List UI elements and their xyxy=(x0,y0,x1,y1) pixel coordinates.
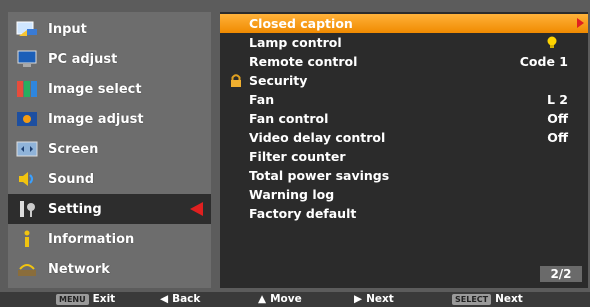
menu-row-total-power-savings[interactable]: Total power savings xyxy=(220,166,588,185)
menu-row-closed-caption[interactable]: Closed caption xyxy=(220,14,588,33)
image-select-icon xyxy=(14,78,40,100)
screen-icon xyxy=(14,138,40,160)
footer-exit: MENU Exit xyxy=(56,293,115,305)
footer-next: ▶ Next xyxy=(354,293,394,305)
right-arrow-icon: ▶ xyxy=(354,293,363,305)
setting-menu-panel: Closed caption Lamp control Remote contr… xyxy=(220,12,588,288)
menu-row-warning-log[interactable]: Warning log xyxy=(220,185,588,204)
menu-row-fan[interactable]: Fan L 2 xyxy=(220,90,588,109)
network-icon xyxy=(14,258,40,280)
left-arrow-icon: ◀ xyxy=(160,293,169,305)
menu-row-security[interactable]: Security xyxy=(220,71,588,90)
select-key-badge: SELECT xyxy=(452,293,492,305)
up-down-arrow-icon: ▲︎ xyxy=(258,293,267,305)
menu-row-video-delay-control[interactable]: Video delay control Off xyxy=(220,128,588,147)
menu-row-fan-control[interactable]: Fan control Off xyxy=(220,109,588,128)
sidebar-item-setting[interactable]: Setting xyxy=(8,194,211,224)
active-indicator-arrow-icon xyxy=(190,202,203,216)
menu-row-remote-control[interactable]: Remote control Code 1 xyxy=(220,52,588,71)
setting-icon xyxy=(14,198,40,220)
footer-back: ◀ Back xyxy=(160,293,201,305)
sidebar-item-sound[interactable]: Sound xyxy=(8,164,211,194)
footer-move: ▲︎ Move xyxy=(258,293,302,305)
video-delay-control-value: Off xyxy=(547,130,568,145)
fan-control-value: Off xyxy=(547,111,568,126)
image-adjust-icon xyxy=(14,108,40,130)
menu-row-factory-default[interactable]: Factory default xyxy=(220,204,588,223)
sidebar-item-information[interactable]: Information xyxy=(8,224,211,254)
sound-icon xyxy=(14,168,40,190)
input-icon xyxy=(14,18,40,40)
remote-control-value: Code 1 xyxy=(519,54,568,69)
pc-adjust-icon xyxy=(14,48,40,70)
menu-key-badge: MENU xyxy=(56,293,89,305)
footer-select-next: SELECT Next xyxy=(452,293,523,305)
menu-row-lamp-control[interactable]: Lamp control xyxy=(220,33,588,52)
sidebar: Input PC adjust Image select Image adjus… xyxy=(8,12,211,288)
sidebar-item-image-select[interactable]: Image select xyxy=(8,74,211,104)
sidebar-item-network[interactable]: Network xyxy=(8,254,211,284)
sidebar-item-image-adjust[interactable]: Image adjust xyxy=(8,104,211,134)
sidebar-item-screen[interactable]: Screen xyxy=(8,134,211,164)
key-guide-footer: MENU Exit ◀ Back ▲︎ Move ▶ Next SELECT N… xyxy=(0,292,590,307)
sidebar-item-input[interactable]: Input xyxy=(8,14,211,44)
page-indicator: 2/2 xyxy=(540,266,582,282)
osd-menu-frame: Input PC adjust Image select Image adjus… xyxy=(0,0,590,292)
fan-value: L 2 xyxy=(546,92,568,107)
sidebar-item-pc-adjust[interactable]: PC adjust xyxy=(8,44,211,74)
submenu-arrow-icon xyxy=(577,18,584,28)
menu-row-filter-counter[interactable]: Filter counter xyxy=(220,147,588,166)
information-icon xyxy=(14,228,40,250)
